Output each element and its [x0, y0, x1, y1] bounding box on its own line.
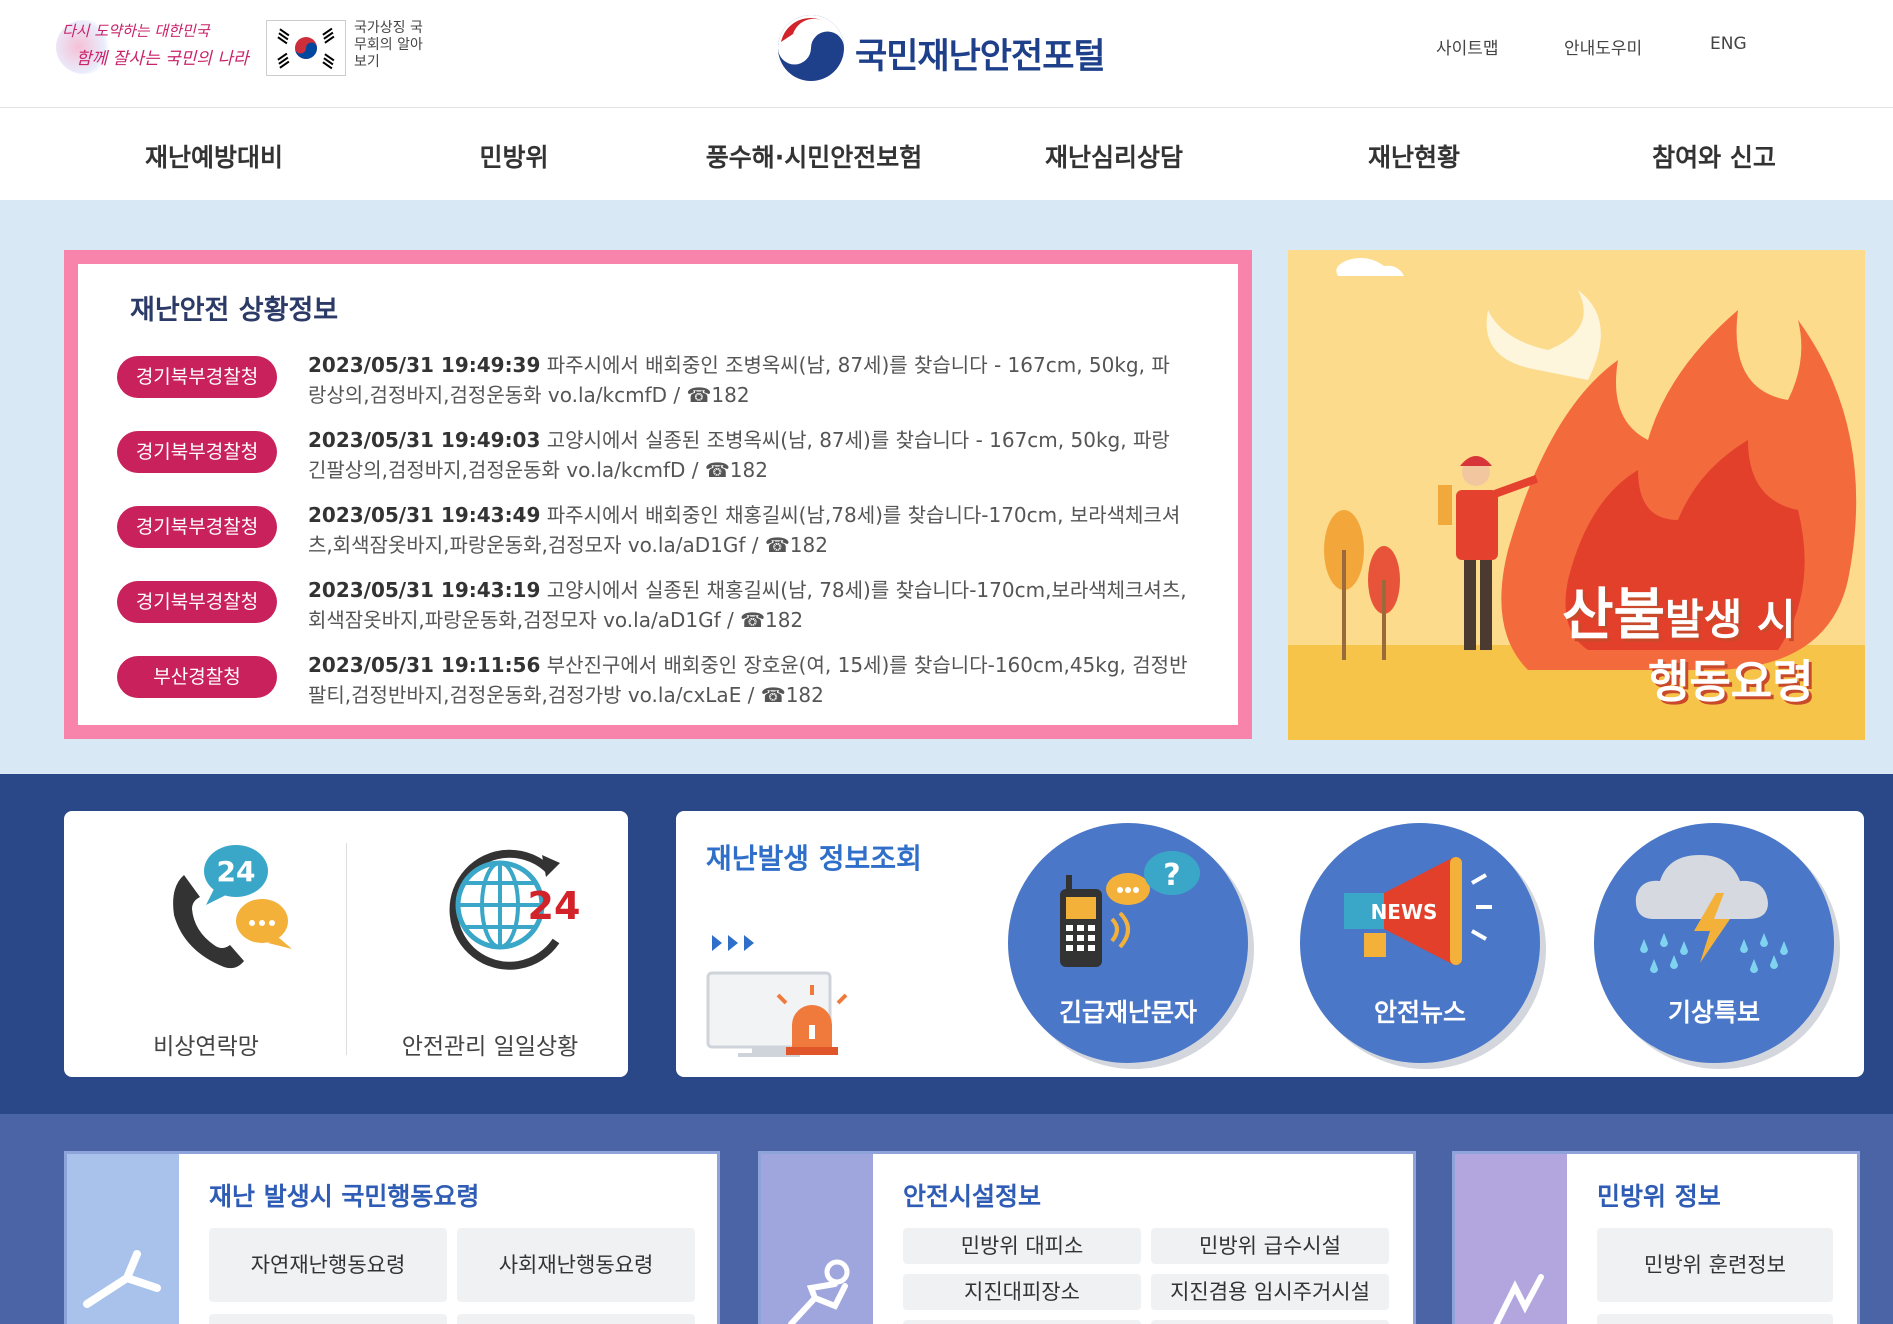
alert-time: 2023/05/31 19:49:39	[308, 353, 541, 377]
earthquake-shelter-button[interactable]: 지진대피장소	[903, 1274, 1141, 1310]
panel-button-more[interactable]	[1151, 1320, 1389, 1324]
agency-badge: 경기북부경찰청	[117, 581, 277, 623]
panel-button-more[interactable]	[1597, 1314, 1833, 1324]
disaster-info-title: 재난발생 정보조회	[706, 842, 922, 875]
panel-button-more[interactable]	[457, 1314, 695, 1324]
panel-side-graphic	[761, 1154, 873, 1324]
alert-time: 2023/05/31 19:43:49	[308, 503, 541, 527]
government-emblem-icon	[778, 15, 844, 81]
nav-disaster-status[interactable]: 재난현황	[1368, 138, 1460, 174]
alert-item[interactable]: 경기북부경찰청 2023/05/31 19:43:19 고양시에서 실종된 채홍…	[102, 571, 1187, 633]
panel-side-graphic	[67, 1154, 179, 1324]
nav-storm-insurance[interactable]: 풍수해·시민안전보험	[706, 138, 923, 174]
svg-text:?: ?	[1163, 858, 1180, 893]
agency-badge: 부산경찰청	[117, 656, 277, 698]
weather-warning-button[interactable]: 기상특보	[1594, 823, 1834, 1063]
agency-badge: 경기북부경찰청	[117, 506, 277, 548]
nav-disaster-prevention[interactable]: 재난예방대비	[145, 138, 283, 174]
site-header: 다시 도약하는 대한민국 함께 잘사는 국민의 나라 국가상징 국무회의 알아보…	[0, 0, 1893, 108]
agency-badge: 경기북부경찰청	[117, 431, 277, 473]
banner-headline-b: 발생 시	[1665, 595, 1796, 644]
panel-button-more[interactable]	[209, 1314, 447, 1324]
natural-disaster-guide-button[interactable]: 자연재난행동요령	[209, 1228, 447, 1302]
daily-safety-status-link[interactable]: 24 안전관리 일일상황	[370, 835, 610, 1060]
panel-button-more[interactable]	[903, 1320, 1141, 1324]
safety-news-button[interactable]: NEWS 안전뉴스	[1300, 823, 1540, 1063]
agency-badge: 경기북부경찰청	[117, 356, 277, 398]
taegukgi-flag-icon[interactable]	[266, 20, 346, 76]
alert-item[interactable]: 부산경찰청 2023/05/31 19:11:56 부산진구에서 배회중인 장호…	[102, 646, 1187, 708]
citizen-action-panel: 재난 발생시 국민행동요령 자연재난행동요령 사회재난행동요령	[64, 1151, 720, 1324]
quick-link-label: 비상연락망	[153, 1034, 259, 1060]
status-panel-title: 재난안전 상황정보	[130, 295, 339, 326]
site-title: 국민재난안전포털	[855, 37, 1106, 77]
panel-title: 민방위 정보	[1597, 1182, 1721, 1211]
nav-psychological-counseling[interactable]: 재난심리상담	[1045, 138, 1183, 174]
alert-item[interactable]: 경기북부경찰청 2023/05/31 19:49:39 파주시에서 배회중인 조…	[102, 346, 1182, 408]
alert-time: 2023/05/31 19:43:19	[308, 578, 541, 602]
storm-cloud-icon	[1635, 855, 1788, 973]
alert-text: 2023/05/31 19:43:19 고양시에서 실종된 채홍길씨(남, 78…	[308, 575, 1188, 635]
civil-defense-graphic-icon	[1493, 1274, 1544, 1324]
civil-defense-info-panel: 민방위 정보 민방위 훈련정보	[1452, 1151, 1860, 1324]
panel-title: 안전시설정보	[903, 1182, 1042, 1211]
slogan-line-2: 함께 잘사는 국민의 나라	[76, 49, 249, 69]
nav-civil-defense[interactable]: 민방위	[479, 138, 548, 174]
main-navigation: 재난예방대비 민방위 풍수해·시민안전보험 재난심리상담 재난현황 참여와 신고	[0, 108, 1893, 200]
alert-text: 2023/05/31 19:49:03 고양시에서 실종된 조병옥씨(남, 87…	[308, 425, 1188, 485]
phone-24-chat-icon: 24	[172, 845, 292, 969]
sitemap-link[interactable]: 사이트맵	[1436, 34, 1499, 59]
disaster-status-panel: 재난안전 상황정보 경기북부경찰청 2023/05/31 19:49:39 파주…	[64, 250, 1252, 739]
svg-text:24: 24	[216, 855, 255, 888]
evacuation-figure-icon	[788, 1259, 850, 1324]
running-figure-icon	[83, 1250, 161, 1308]
alert-time: 2023/05/31 19:11:56	[308, 653, 541, 677]
alert-text: 2023/05/31 19:43:49 파주시에서 배회중인 채홍길씨(남,78…	[308, 500, 1188, 560]
card-divider	[346, 843, 347, 1055]
emergency-contact-link[interactable]: 24 비상연락망	[86, 835, 326, 1060]
globe-24-icon: 24	[449, 849, 581, 970]
panel-side-graphic	[1455, 1154, 1567, 1324]
civil-defense-training-button[interactable]: 민방위 훈련정보	[1597, 1228, 1833, 1302]
civil-defense-water-button[interactable]: 민방위 급수시설	[1151, 1228, 1389, 1264]
quick-links-card: 24 비상연락망 24 안전관리 일일상황	[64, 811, 628, 1077]
social-disaster-guide-button[interactable]: 사회재난행동요령	[457, 1228, 695, 1302]
banner-subheadline: 행동요령	[1648, 655, 1814, 708]
quick-link-label: 안전관리 일일상황	[401, 1034, 579, 1060]
national-symbol-link[interactable]: 국가상징 국무회의 알아보기	[354, 20, 424, 71]
panel-title: 재난 발생시 국민행동요령	[209, 1182, 480, 1211]
circle-label: 안전뉴스	[1373, 998, 1466, 1027]
safety-facility-panel: 안전시설정보 민방위 대피소 민방위 급수시설 지진대피장소 지진겸용 임시주거…	[758, 1151, 1416, 1324]
monitor-siren-icon	[706, 935, 848, 1057]
disaster-info-card: 재난발생 정보조회 ? 긴급재난문자 NEWS 안전뉴스 기상특보	[676, 811, 1864, 1077]
nav-participation-report[interactable]: 참여와 신고	[1652, 138, 1776, 174]
news-label: NEWS	[1371, 900, 1438, 924]
earthquake-housing-button[interactable]: 지진겸용 임시주거시설	[1151, 1274, 1389, 1310]
alert-item[interactable]: 경기북부경찰청 2023/05/31 19:49:03 고양시에서 실종된 조병…	[102, 421, 1182, 483]
alert-text: 2023/05/31 19:49:39 파주시에서 배회중인 조병옥씨(남, 8…	[308, 350, 1188, 410]
english-link[interactable]: ENG	[1710, 34, 1747, 54]
banner-headline: 산불발생 시	[1562, 570, 1796, 651]
banner-headline-a: 산불	[1562, 583, 1666, 648]
site-logo[interactable]: 국민재난안전포털	[775, 12, 1145, 84]
alert-time: 2023/05/31 19:49:03	[308, 428, 541, 452]
government-slogan[interactable]: 다시 도약하는 대한민국 함께 잘사는 국민의 나라	[56, 18, 262, 76]
guide-helper-link[interactable]: 안내도우미	[1564, 34, 1642, 59]
alert-item[interactable]: 경기북부경찰청 2023/05/31 19:43:49 파주시에서 배회중인 채…	[102, 496, 1182, 558]
circle-label: 긴급재난문자	[1058, 998, 1197, 1027]
circle-label: 기상특보	[1667, 998, 1760, 1027]
slogan-line-1: 다시 도약하는 대한민국	[62, 22, 210, 40]
civil-defense-shelter-button[interactable]: 민방위 대피소	[903, 1228, 1141, 1264]
svg-text:24: 24	[528, 884, 581, 928]
emergency-sms-button[interactable]: ? 긴급재난문자	[1008, 823, 1248, 1063]
alert-text: 2023/05/31 19:11:56 부산진구에서 배회중인 장호윤(여, 1…	[308, 650, 1188, 710]
wildfire-banner[interactable]: 산불발생 시 행동요령	[1288, 250, 1865, 740]
megaphone-news-icon: NEWS	[1344, 857, 1492, 965]
walkie-talkie-icon: ?	[1060, 851, 1200, 967]
